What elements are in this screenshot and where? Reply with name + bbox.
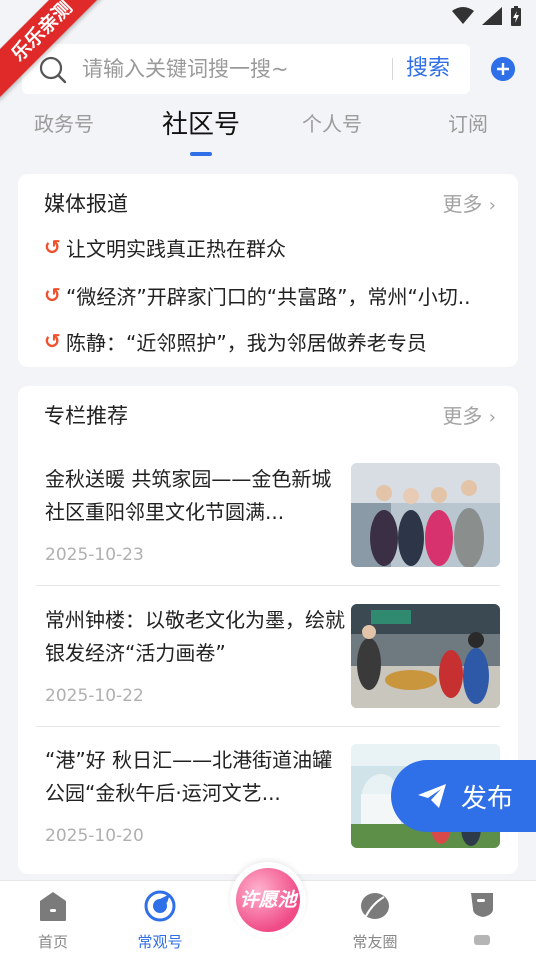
nav-label: 首页 <box>37 933 68 951</box>
search-icon <box>39 56 67 84</box>
nav-changguan[interactable]: 常观号 <box>115 881 205 954</box>
nav-home[interactable]: 首页 <box>8 881 98 954</box>
article-divider <box>36 726 500 727</box>
media-item-text: 陈静：“近邻照护”，我为邻居做养老专员 <box>66 330 427 355</box>
battery-icon <box>511 6 521 26</box>
nav-friends[interactable]: 常友圈 <box>330 881 420 954</box>
compass-icon <box>144 890 176 922</box>
media-section-title: 媒体报道 <box>44 192 128 216</box>
leaf-icon <box>361 893 389 919</box>
tab-bar: 政务号 社区号 个人号 订阅 <box>0 108 536 160</box>
article-divider <box>36 585 500 586</box>
column-more-button[interactable]: 更多 › <box>442 400 496 429</box>
nav-label: 常友圈 <box>352 933 398 951</box>
search-button[interactable]: 搜索 <box>406 44 450 94</box>
article-date: 2025-10-20 <box>45 826 144 846</box>
wish-pool-label: 许愿池 <box>236 868 300 932</box>
article-title: 常州钟楼：以敬老文化为墨，绘就银发经济“活力画卷” <box>45 608 345 665</box>
add-icon[interactable] <box>491 57 515 81</box>
chat-icon <box>471 893 493 917</box>
search-box: 搜索 <box>22 44 470 94</box>
wifi-icon <box>452 7 474 24</box>
column-section-title: 专栏推荐 <box>44 404 128 428</box>
link-bullet-icon: ↺ <box>44 235 61 259</box>
tab-community[interactable]: 社区号 <box>162 104 240 141</box>
status-icons <box>452 6 522 26</box>
article-thumbnail-image <box>351 463 500 567</box>
article-thumbnail-image <box>351 604 500 708</box>
media-item[interactable]: ↺ 陈静：“近邻照护”，我为邻居做养老专员 <box>44 326 494 356</box>
link-bullet-icon: ↺ <box>44 329 61 353</box>
chevron-right-icon: › <box>488 407 496 428</box>
article-date: 2025-10-22 <box>45 686 144 706</box>
search-divider <box>392 58 393 80</box>
article-item[interactable]: 金秋送暖 共筑家园——金色新城社区重阳邻里文化节圆满... 2025-10-23 <box>36 463 500 603</box>
home-icon <box>40 892 66 921</box>
publish-label: 发布 <box>461 783 514 814</box>
search-row: 搜索 <box>22 44 522 94</box>
send-icon <box>418 784 446 808</box>
article-title: “港”好 秋日汇——北港街道油罐公园“金秋午后·运河文艺... <box>45 748 333 805</box>
search-input[interactable] <box>82 44 382 94</box>
nav-label: 常观号 <box>137 933 183 951</box>
signal-icon <box>482 7 502 25</box>
nav-chat[interactable] <box>437 881 527 954</box>
media-more-label: 更多 <box>442 192 483 216</box>
article-date: 2025-10-23 <box>45 545 144 565</box>
media-card: 媒体报道 更多 › ↺ 让文明实践真正热在群众 ↺ “微经济”开辟家门口的“共富… <box>18 174 518 367</box>
media-more-button[interactable]: 更多 › <box>442 188 496 217</box>
link-bullet-icon: ↺ <box>44 283 61 307</box>
tab-government[interactable]: 政务号 <box>34 108 94 137</box>
media-item[interactable]: ↺ 让文明实践真正热在群众 <box>44 232 494 262</box>
tab-personal[interactable]: 个人号 <box>302 108 362 137</box>
column-more-label: 更多 <box>442 404 483 428</box>
publish-button[interactable]: 发布 <box>391 760 536 832</box>
article-title: 金秋送暖 共筑家园——金色新城社区重阳邻里文化节圆满... <box>45 467 332 524</box>
media-item-text: “微经济”开辟家门口的“共富路”，常州“小切.. <box>66 284 471 309</box>
tab-subscribe[interactable]: 订阅 <box>448 108 488 137</box>
chevron-right-icon: › <box>488 195 496 216</box>
tab-indicator <box>190 152 212 156</box>
media-item-text: 让文明实践真正热在群众 <box>66 236 286 261</box>
chat-small-icon <box>474 935 490 945</box>
article-item[interactable]: 常州钟楼：以敬老文化为墨，绘就银发经济“活力画卷” 2025-10-22 <box>36 604 500 744</box>
media-item[interactable]: ↺ “微经济”开辟家门口的“共富路”，常州“小切.. <box>44 280 494 310</box>
wish-pool-button[interactable]: 许愿池 <box>230 862 306 938</box>
